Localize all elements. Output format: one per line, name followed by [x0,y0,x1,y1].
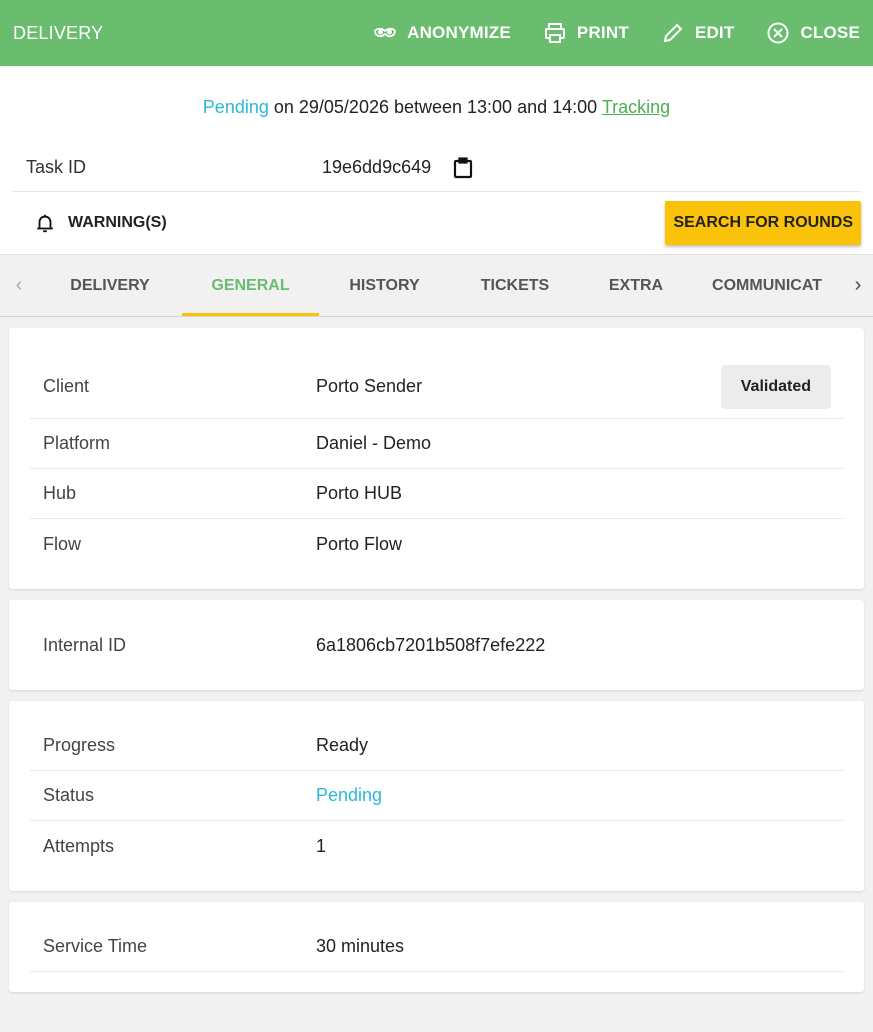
hub-label: Hub [43,483,77,503]
tab-bar: ‹ DELIVERY GENERAL HISTORY TICKETS EXTRA… [0,255,873,317]
internal-id-row: Internal ID 6a1806cb7201b508f7efe222 [30,620,843,670]
progress-value: Ready [316,735,369,755]
mask-icon [374,27,396,38]
warnings-row: WARNING(S) SEARCH FOR ROUNDS [12,192,861,254]
status-line: Pending on 29/05/2026 between 13:00 and … [12,66,861,144]
tab-extra[interactable]: EXTRA [580,255,692,316]
client-value: Porto Sender [316,376,423,396]
top-bar: DELIVERY ANONYMIZE PRINT EDIT CLOSE [0,0,873,66]
schedule-text: on 29/05/2026 between 13:00 and 14:00 [268,97,602,117]
warnings-label: WARNING(S) [68,214,167,231]
task-id-value: 19e6dd9c649 [322,157,432,177]
internal-id-label: Internal ID [43,634,127,655]
top-actions: ANONYMIZE PRINT EDIT CLOSE [373,21,860,45]
status-row: Status Pending [30,771,843,821]
flow-label: Flow [43,533,82,554]
tab-history[interactable]: HISTORY [319,255,450,316]
tab-delivery[interactable]: DELIVERY [38,255,182,316]
tab-tickets[interactable]: TICKETS [450,255,580,316]
attempts-label: Attempts [43,835,115,856]
attempts-value: 1 [316,835,327,856]
service-time-label: Service Time [43,936,148,956]
service-time-row: Service Time 30 minutes [30,922,843,972]
tab-general[interactable]: GENERAL [182,255,319,316]
platform-row: Platform Daniel - Demo [30,419,843,469]
print-label: PRINT [576,23,629,42]
search-for-rounds-button[interactable]: SEARCH FOR ROUNDS [665,201,861,245]
anonymize-label: ANONYMIZE [407,23,511,42]
close-circle-icon [767,22,789,44]
internal-id-card: Internal ID 6a1806cb7201b508f7efe222 [9,600,864,690]
progress-label: Progress [43,735,116,755]
close-label: CLOSE [800,23,860,42]
printer-icon [544,23,565,43]
attempts-row: Attempts 1 [30,821,843,871]
print-button[interactable]: PRINT [543,21,629,45]
progress-card: Progress Ready Status Pending Attempts 1 [9,701,864,891]
pencil-icon [663,23,683,43]
validated-badge: Validated [720,364,831,409]
window-title: DELIVERY [13,22,104,43]
delivery-header: Pending on 29/05/2026 between 13:00 and … [0,66,873,255]
platform-label: Platform [43,433,111,453]
chevron-right-icon[interactable]: › [843,255,873,316]
clipboard-icon[interactable] [451,156,475,180]
bell-icon [37,214,53,233]
tab-communication[interactable]: COMMUNICAT [692,255,842,316]
hub-row: Hub Porto HUB [30,469,843,519]
service-time-card: Service Time 30 minutes [9,902,864,992]
close-button[interactable]: CLOSE [766,21,860,45]
edit-label: EDIT [694,23,735,42]
task-id-row: Task ID 19e6dd9c649 [12,144,861,192]
hub-value: Porto HUB [316,483,403,503]
status-label: Status [43,785,95,805]
anonymize-button[interactable]: ANONYMIZE [373,21,511,45]
client-label: Client [43,376,90,396]
client-row: Client Porto Sender Validated [30,355,843,419]
service-time-value: 30 minutes [316,936,405,956]
flow-value: Porto Flow [316,533,403,554]
status-value: Pending [316,785,383,805]
task-id-label: Task ID [26,157,87,177]
chevron-left-icon[interactable]: ‹ [0,255,38,316]
progress-row: Progress Ready [30,721,843,771]
general-info-card: Client Porto Sender Validated Platform D… [9,328,864,589]
platform-value: Daniel - Demo [316,433,432,453]
flow-row: Flow Porto Flow [30,519,843,569]
tracking-link[interactable]: Tracking [602,97,670,117]
status-pending-text: Pending [202,97,269,117]
internal-id-value: 6a1806cb7201b508f7efe222 [316,634,546,655]
edit-button[interactable]: EDIT [661,21,735,45]
